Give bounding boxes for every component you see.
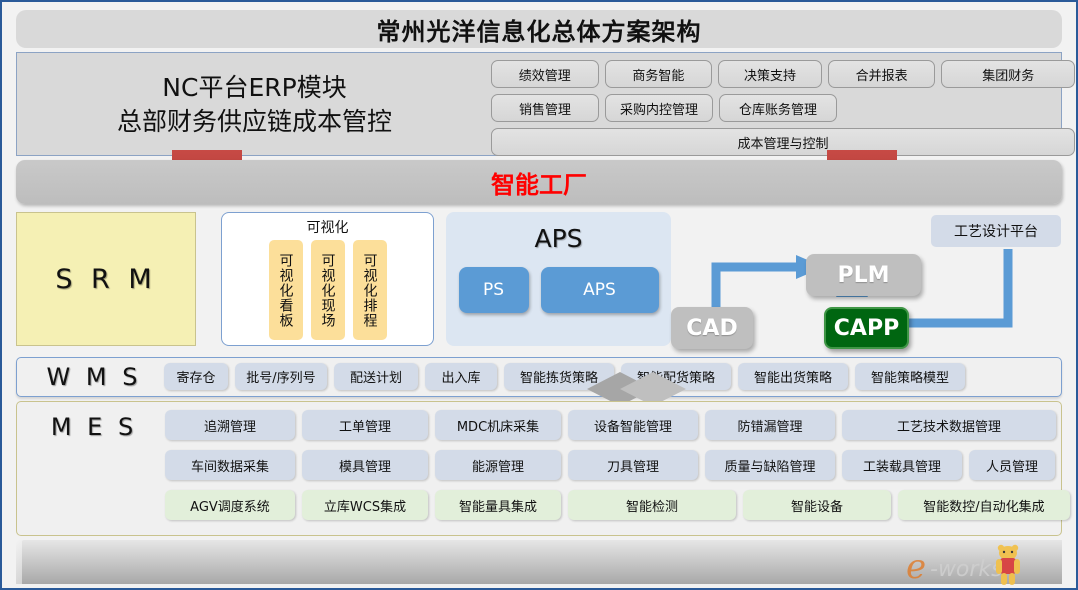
mes-item-agv-dispatch[interactable]: AGV调度系统 bbox=[165, 490, 295, 520]
mes-item-process-tech-data[interactable]: 工艺技术数据管理 bbox=[842, 410, 1056, 440]
erp-module-bi[interactable]: 商务智能 bbox=[604, 60, 713, 88]
mes-item-mdc-collection[interactable]: MDC机床采集 bbox=[435, 410, 561, 440]
mes-item-mold-mgmt[interactable]: 模具管理 bbox=[302, 450, 428, 480]
page-title: 常州光洋信息化总体方案架构 bbox=[16, 10, 1062, 48]
visualization-title: 可视化 bbox=[306, 220, 349, 236]
cad-box[interactable]: CAD bbox=[671, 307, 753, 349]
wms-items: 寄存仓 批号/序列号 配送计划 出入库 智能拣货策略 智能配货策略 智能出货策略… bbox=[164, 363, 965, 390]
mes-label: M E S bbox=[50, 413, 138, 441]
erp-module-purchase-control[interactable]: 采购内控管理 bbox=[605, 94, 713, 122]
visualization-kanban[interactable]: 可视化看板 bbox=[268, 240, 303, 340]
erp-title-line2: 总部财务供应链成本管控 bbox=[116, 107, 392, 136]
wms-item-consign-warehouse[interactable]: 寄存仓 bbox=[164, 363, 228, 390]
visualization-panel: 可视化 可视化看板 可视化现场 可视化排程 bbox=[221, 212, 434, 346]
mes-row-2: 车间数据采集 模具管理 能源管理 刀具管理 质量与缺陷管理 工装载具管理 人员管… bbox=[165, 450, 1055, 480]
mes-item-energy-mgmt[interactable]: 能源管理 bbox=[435, 450, 561, 480]
plm-box[interactable]: PLM bbox=[806, 254, 921, 296]
aps-ps-button[interactable]: PS bbox=[458, 267, 529, 313]
aps-panel: APS PS APS bbox=[446, 212, 671, 346]
erp-module-sales[interactable]: 销售管理 bbox=[491, 94, 599, 122]
mes-item-traceability[interactable]: 追溯管理 bbox=[165, 410, 295, 440]
mes-band: M E S 追溯管理 工单管理 MDC机床采集 设备智能管理 防错漏管理 工艺技… bbox=[16, 401, 1070, 536]
mes-row-1: 追溯管理 工单管理 MDC机床采集 设备智能管理 防错漏管理 工艺技术数据管理 bbox=[165, 410, 1056, 440]
erp-module-performance[interactable]: 绩效管理 bbox=[491, 60, 599, 88]
wms-label: W M S bbox=[46, 363, 142, 391]
aps-title: APS bbox=[534, 224, 583, 253]
mes-item-error-proofing[interactable]: 防错漏管理 bbox=[705, 410, 835, 440]
smart-factory-label: 智能工厂 bbox=[491, 170, 587, 199]
erp-module-warehouse-accounting[interactable]: 仓库账务管理 bbox=[719, 94, 837, 122]
wms-item-lot-serial[interactable]: 批号/序列号 bbox=[235, 363, 327, 390]
capp-box[interactable]: CAPP bbox=[824, 307, 909, 349]
erp-module-group-finance[interactable]: 集团财务 bbox=[941, 60, 1075, 88]
mes-item-smart-inspection[interactable]: 智能检测 bbox=[568, 490, 736, 520]
wms-item-smart-shipping[interactable]: 智能出货策略 bbox=[738, 363, 848, 390]
erp-title-block: NC平台ERP模块 总部财务供应链成本管控 bbox=[27, 61, 482, 149]
mes-item-shopfloor-data[interactable]: 车间数据采集 bbox=[165, 450, 295, 480]
srm-box[interactable]: S R M bbox=[16, 212, 196, 346]
erp-title-line1: NC平台ERP模块 bbox=[162, 73, 347, 102]
mes-item-tool-mgmt[interactable]: 刀具管理 bbox=[568, 450, 698, 480]
mes-item-work-order[interactable]: 工单管理 bbox=[302, 410, 428, 440]
wms-item-inbound-outbound[interactable]: 出入库 bbox=[425, 363, 497, 390]
mes-item-quality-defect[interactable]: 质量与缺陷管理 bbox=[705, 450, 835, 480]
eworks-watermark-logo: e -works bbox=[906, 544, 1020, 587]
middle-zone: S R M 可视化 可视化看板 可视化现场 可视化排程 APS PS APS C… bbox=[16, 209, 1062, 353]
erp-module-row-1: 绩效管理 商务智能 决策支持 合并报表 集团财务 bbox=[491, 60, 1075, 88]
mes-item-asrs-wcs[interactable]: 立库WCS集成 bbox=[302, 490, 428, 520]
mes-row-3: AGV调度系统 立库WCS集成 智能量具集成 智能检测 智能设备 智能数控/自动… bbox=[165, 490, 1070, 520]
erp-module-grid: 绩效管理 商务智能 决策支持 合并报表 集团财务 销售管理 采购内控管理 仓库账… bbox=[491, 60, 1075, 162]
visualization-columns: 可视化看板 可视化现场 可视化排程 bbox=[222, 240, 433, 340]
diagram-canvas: 常州光洋信息化总体方案架构 NC平台ERP模块 总部财务供应链成本管控 绩效管理… bbox=[0, 0, 1078, 590]
mes-item-cnc-automation[interactable]: 智能数控/自动化集成 bbox=[898, 490, 1070, 520]
wms-item-strategy-model[interactable]: 智能策略模型 bbox=[855, 363, 965, 390]
erp-module-decision[interactable]: 决策支持 bbox=[718, 60, 822, 88]
wms-item-delivery-plan[interactable]: 配送计划 bbox=[334, 363, 418, 390]
visualization-scheduling[interactable]: 可视化排程 bbox=[352, 240, 387, 340]
process-design-platform-box[interactable]: 工艺设计平台 bbox=[931, 215, 1061, 247]
mes-item-equipment-mgmt[interactable]: 设备智能管理 bbox=[568, 410, 698, 440]
mes-item-fixture-carrier[interactable]: 工装载具管理 bbox=[842, 450, 962, 480]
mes-item-personnel[interactable]: 人员管理 bbox=[969, 450, 1055, 480]
erp-module-consolidated-report[interactable]: 合并报表 bbox=[827, 60, 936, 88]
svg-text:e: e bbox=[906, 547, 926, 587]
erp-band: NC平台ERP模块 总部财务供应链成本管控 绩效管理 商务智能 决策支持 合并报… bbox=[16, 52, 1075, 156]
aps-buttons: PS APS bbox=[446, 267, 671, 313]
erp-module-row-2: 销售管理 采购内控管理 仓库账务管理 bbox=[491, 94, 1075, 122]
mes-item-smart-equipment[interactable]: 智能设备 bbox=[743, 490, 891, 520]
visualization-shopfloor[interactable]: 可视化现场 bbox=[310, 240, 345, 340]
svg-text:-works: -works bbox=[930, 557, 1003, 582]
aps-aps-button[interactable]: APS bbox=[540, 267, 659, 313]
page-title-text: 常州光洋信息化总体方案架构 bbox=[376, 17, 702, 46]
mes-item-smart-gauge[interactable]: 智能量具集成 bbox=[435, 490, 561, 520]
